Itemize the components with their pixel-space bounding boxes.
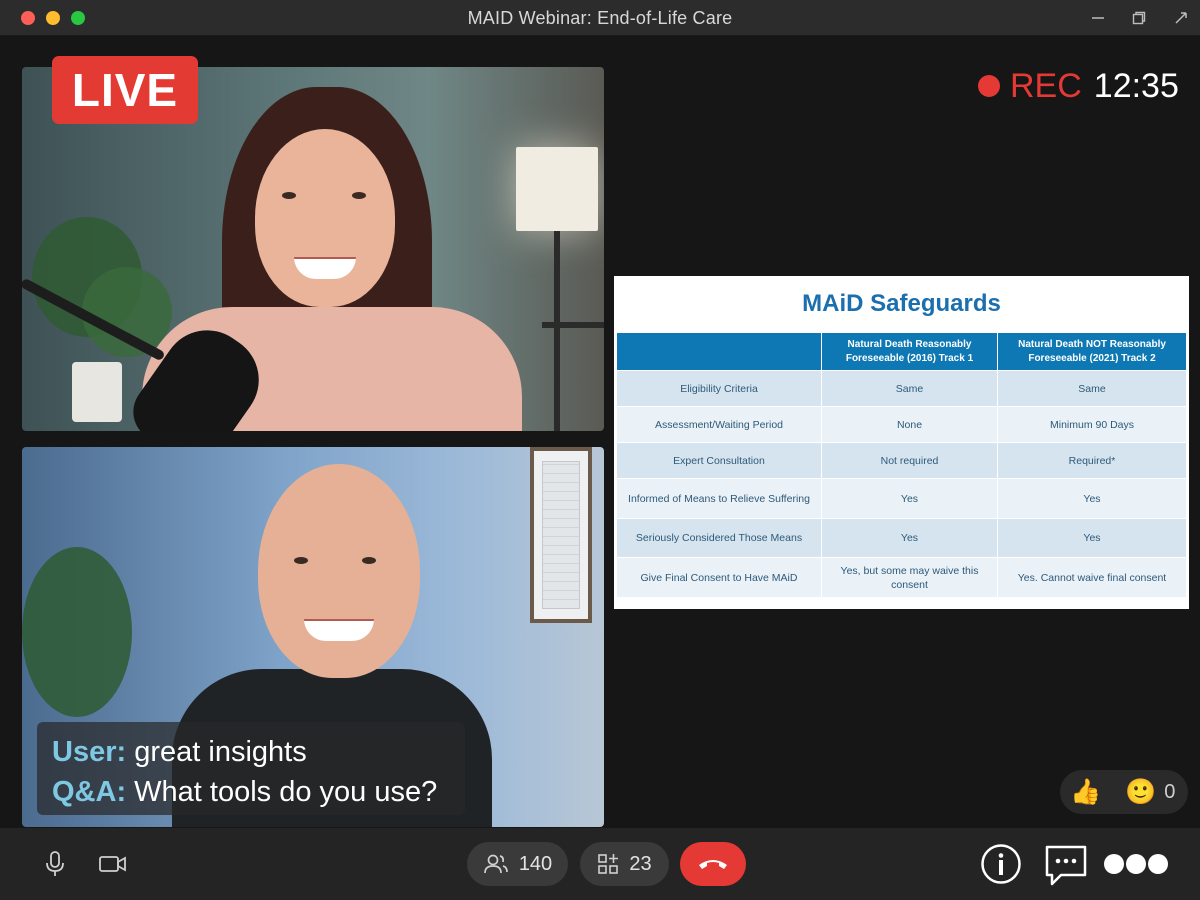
rec-timer: 12:35 — [1093, 66, 1179, 105]
table-cell: Same — [821, 370, 998, 407]
caption-speaker: Q&A: — [52, 776, 127, 808]
phone-hangup-icon — [699, 860, 727, 869]
caption-line: Q&A: What tools do you use? — [52, 772, 465, 812]
record-dot-icon — [978, 75, 1000, 97]
table-row: Eligibility Criteria Same Same — [616, 370, 1187, 407]
slide-title: MAiD Safeguards — [802, 290, 1001, 317]
caption-line: User: great insights — [52, 732, 465, 772]
live-badge: LIVE — [52, 56, 198, 124]
captions-overlay: User: great insights Q&A: What tools do … — [37, 722, 465, 815]
table-header-cell: Natural Death NOT Reasonably Foreseeable… — [997, 332, 1187, 371]
guest-eye — [294, 557, 308, 564]
table-row: Expert Consultation Not required Require… — [616, 442, 1187, 479]
plant-pot — [72, 362, 122, 422]
table-cell: Informed of Means to Relieve Suffering — [616, 478, 822, 519]
participants-button[interactable]: 140 — [467, 842, 568, 886]
table-row: Give Final Consent to Have MAiD Yes, but… — [616, 557, 1187, 598]
table-cell: Same — [997, 370, 1187, 407]
table-cell: None — [821, 406, 998, 443]
collapse-icon[interactable] — [1170, 7, 1192, 29]
reactions-bar: 👍 🙂 0 — [1060, 770, 1188, 814]
table-cell: Yes. Cannot waive final consent — [997, 557, 1187, 598]
host-eye — [282, 192, 296, 199]
reaction-count: 0 — [1164, 780, 1176, 803]
guest-eye — [362, 557, 376, 564]
table-cell: Expert Consultation — [616, 442, 822, 479]
lamp — [516, 147, 598, 231]
host-face — [255, 129, 395, 307]
caption-text: What tools do you use? — [134, 776, 438, 808]
lamp-pole — [554, 231, 560, 431]
rec-label: REC — [1010, 66, 1082, 105]
hangup-button[interactable] — [680, 842, 746, 886]
microphone-icon[interactable] — [40, 848, 70, 880]
table-cell: Yes — [821, 518, 998, 558]
apps-icon — [598, 854, 619, 874]
host-eye — [352, 192, 366, 199]
more-dot — [1148, 854, 1168, 874]
recording-indicator: REC 12:35 — [978, 66, 1179, 106]
table-cell: Assessment/Waiting Period — [616, 406, 822, 443]
table-row: Seriously Considered Those Means Yes Yes — [616, 518, 1187, 558]
table-cell: Required* — [997, 442, 1187, 479]
shared-slide: MAiD Safeguards Natural Death Reasonably… — [614, 276, 1189, 609]
thumbs-up-icon[interactable]: 👍 — [1070, 779, 1101, 805]
table-header-cell: Natural Death Reasonably Foreseeable (20… — [821, 332, 998, 371]
table-row: Informed of Means to Relieve Suffering Y… — [616, 478, 1187, 519]
table-cell: Minimum 90 Days — [997, 406, 1187, 443]
info-icon[interactable] — [980, 843, 1022, 885]
safeguards-table: Natural Death Reasonably Foreseeable (20… — [616, 332, 1187, 598]
guest-face — [258, 464, 420, 678]
table-cell: Give Final Consent to Have MAiD — [616, 557, 822, 598]
caption-speaker: User: — [52, 736, 127, 768]
table-header-cell — [616, 332, 822, 371]
table-cell: Eligibility Criteria — [616, 370, 822, 407]
guest-smile — [304, 619, 374, 641]
shelf — [542, 322, 604, 328]
table-cell: Not required — [821, 442, 998, 479]
apps-count: 23 — [629, 852, 652, 875]
title-bar: MAID Webinar: End-of-Life Care — [0, 0, 1200, 36]
smile-icon[interactable]: 🙂 — [1125, 779, 1156, 805]
restore-icon[interactable] — [1128, 7, 1150, 29]
table-cell: Yes, but some may waive this consent — [821, 557, 998, 598]
table-cell: Seriously Considered Those Means — [616, 518, 822, 558]
camera-icon[interactable] — [97, 849, 129, 879]
more-dot — [1104, 854, 1124, 874]
caption-text: great insights — [134, 736, 307, 768]
table-header-row: Natural Death Reasonably Foreseeable (20… — [616, 332, 1187, 371]
apps-button[interactable]: 23 — [580, 842, 669, 886]
minimize-icon[interactable] — [1087, 7, 1109, 29]
more-dot — [1126, 854, 1146, 874]
wall-frame — [530, 447, 592, 623]
plant-decoration — [22, 547, 132, 717]
chat-icon[interactable] — [1043, 843, 1089, 889]
table-cell: Yes — [997, 518, 1187, 558]
table-cell: Yes — [997, 478, 1187, 519]
table-cell: Yes — [821, 478, 998, 519]
participants-count: 140 — [518, 852, 553, 875]
people-icon — [483, 854, 508, 874]
window-title: MAID Webinar: End-of-Life Care — [467, 8, 733, 28]
table-row: Assessment/Waiting Period None Minimum 9… — [616, 406, 1187, 443]
